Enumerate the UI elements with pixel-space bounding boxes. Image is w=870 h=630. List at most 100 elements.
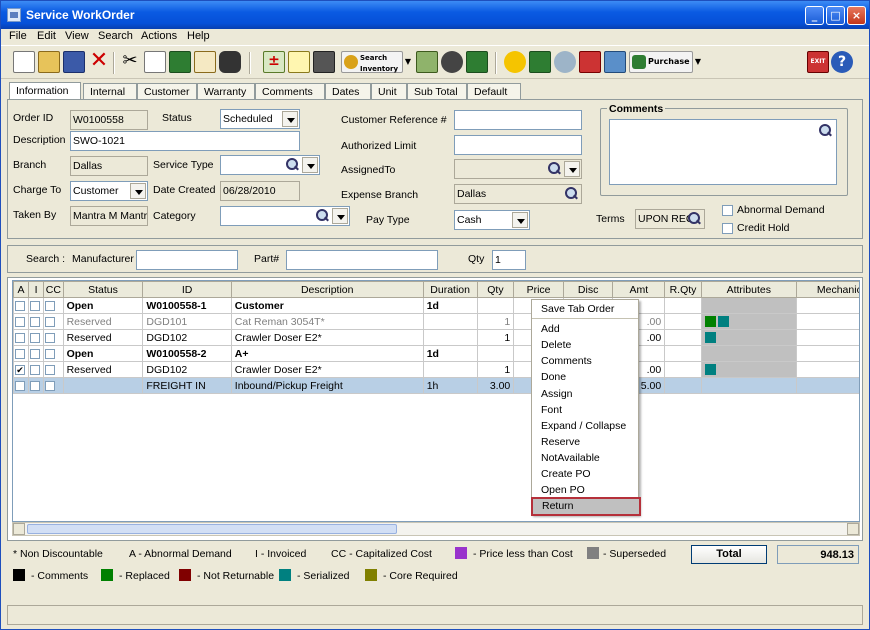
parts-icon[interactable] bbox=[466, 51, 488, 73]
checkbox[interactable] bbox=[15, 380, 25, 391]
part-input[interactable] bbox=[286, 250, 438, 270]
col-header-attributes[interactable]: Attributes bbox=[700, 281, 797, 298]
table-row[interactable]: Open W0100558-2 A+ 1d bbox=[13, 345, 859, 362]
tab-dates[interactable]: Dates bbox=[325, 83, 371, 100]
comments-textarea[interactable] bbox=[609, 119, 837, 185]
i-checkbox[interactable] bbox=[28, 297, 45, 314]
paste-icon[interactable] bbox=[169, 51, 191, 73]
checkbox[interactable] bbox=[30, 316, 41, 327]
chevron-down-icon[interactable] bbox=[282, 111, 298, 127]
i-checkbox[interactable] bbox=[28, 377, 45, 394]
cell-qty[interactable]: 1 bbox=[476, 329, 515, 346]
cc-checkbox[interactable] bbox=[43, 297, 64, 314]
cell-duration[interactable]: 1d bbox=[422, 297, 478, 314]
menu-item-assign[interactable]: Assign bbox=[532, 386, 638, 402]
chevron-down-icon[interactable] bbox=[332, 208, 348, 224]
cc-checkbox[interactable] bbox=[43, 329, 64, 346]
table-row[interactable]: ReservedDGD102Crawler Doser E2*110.00 bbox=[13, 329, 859, 346]
menu-item-save-tab-order[interactable]: Save Tab Order bbox=[532, 301, 638, 317]
checkbox[interactable] bbox=[45, 348, 56, 359]
help-icon[interactable]: ? bbox=[831, 51, 853, 73]
binoculars-2-icon[interactable] bbox=[441, 51, 463, 73]
checkbox[interactable] bbox=[45, 380, 56, 391]
cell-qty[interactable] bbox=[476, 297, 515, 314]
cell-rqty[interactable] bbox=[664, 345, 702, 362]
cell-attributes[interactable] bbox=[700, 345, 797, 362]
cell-status[interactable]: Reserved bbox=[62, 361, 144, 378]
cell-mechanic[interactable] bbox=[795, 297, 859, 314]
checkbox[interactable] bbox=[15, 316, 25, 327]
tab-customer[interactable]: Customer bbox=[137, 83, 197, 100]
title-bar[interactable]: Service WorkOrder _ □ × bbox=[1, 1, 869, 29]
a-checkbox[interactable]: ✔ bbox=[13, 361, 30, 378]
cell-mechanic[interactable] bbox=[795, 377, 859, 394]
cell-description[interactable]: A+ bbox=[230, 345, 424, 362]
search-icon[interactable] bbox=[687, 212, 701, 226]
table-row[interactable]: ReservedDGD101Cat Reman 3054T*115.00 bbox=[13, 313, 859, 330]
cell-attributes[interactable] bbox=[700, 329, 797, 346]
checkbox[interactable] bbox=[15, 348, 25, 359]
cell-qty[interactable]: 1 bbox=[476, 361, 515, 378]
a-checkbox[interactable] bbox=[13, 377, 30, 394]
cc-checkbox[interactable] bbox=[43, 361, 64, 378]
menu-actions[interactable]: Actions bbox=[141, 30, 177, 42]
col-header-i[interactable]: I bbox=[28, 281, 45, 298]
cc-checkbox[interactable] bbox=[43, 313, 64, 330]
category-select[interactable] bbox=[220, 206, 350, 226]
cell-rqty[interactable] bbox=[664, 377, 702, 394]
terms-field[interactable]: UPON REC bbox=[635, 209, 705, 229]
menu-search[interactable]: Search bbox=[98, 30, 133, 42]
cell-status[interactable]: Open bbox=[62, 345, 144, 362]
copy-icon[interactable] bbox=[144, 51, 166, 73]
menu-item-delete[interactable]: Delete bbox=[532, 337, 638, 353]
col-header-a[interactable]: A bbox=[13, 281, 30, 298]
search-icon[interactable] bbox=[818, 124, 832, 138]
cell-id[interactable]: FREIGHT IN bbox=[142, 377, 232, 394]
print-icon[interactable] bbox=[313, 51, 335, 73]
abnormal-demand-checkbox[interactable] bbox=[722, 205, 733, 216]
col-header-cc[interactable]: CC bbox=[43, 281, 64, 298]
col-header-duration[interactable]: Duration bbox=[422, 281, 478, 298]
plus-minus-icon[interactable]: ± bbox=[263, 51, 285, 73]
cell-description[interactable]: Inbound/Pickup Freight bbox=[230, 377, 424, 394]
gear-icon[interactable] bbox=[554, 51, 576, 73]
menu-item-create-po[interactable]: Create PO bbox=[532, 466, 638, 482]
cell-id[interactable]: DGD102 bbox=[142, 361, 232, 378]
clipboard-icon[interactable] bbox=[194, 51, 216, 73]
cell-status[interactable]: Reserved bbox=[62, 313, 144, 330]
search-icon[interactable] bbox=[285, 158, 299, 172]
checkbox[interactable] bbox=[30, 300, 41, 311]
note-icon[interactable] bbox=[288, 51, 310, 73]
checkbox[interactable] bbox=[30, 348, 41, 359]
tools-icon[interactable] bbox=[529, 51, 551, 73]
close-button[interactable]: × bbox=[847, 6, 866, 25]
search-icon[interactable] bbox=[547, 162, 561, 176]
chevron-down-icon[interactable] bbox=[564, 161, 580, 177]
open-icon[interactable] bbox=[38, 51, 60, 73]
cell-rqty[interactable] bbox=[664, 297, 702, 314]
cell-id[interactable]: W0100558-1 bbox=[142, 297, 232, 314]
tab-sub-total[interactable]: Sub Total bbox=[407, 83, 467, 100]
horizontal-scrollbar[interactable] bbox=[12, 522, 860, 536]
minimize-button[interactable]: _ bbox=[805, 6, 824, 25]
menu-item-expand-collapse[interactable]: Expand / Collapse bbox=[532, 418, 638, 434]
col-header-price[interactable]: Price bbox=[513, 281, 564, 298]
menu-item-done[interactable]: Done bbox=[532, 369, 638, 385]
checkbox[interactable] bbox=[30, 332, 41, 343]
chevron-down-icon[interactable] bbox=[130, 183, 146, 199]
manufacturer-input[interactable] bbox=[136, 250, 238, 270]
table-row[interactable]: FREIGHT INInbound/Pickup Freight1h3.0012… bbox=[13, 377, 859, 394]
cell-rqty[interactable] bbox=[664, 329, 702, 346]
cell-id[interactable]: DGD101 bbox=[142, 313, 232, 330]
menu-view[interactable]: View bbox=[65, 30, 89, 42]
charge-to-select[interactable]: Customer bbox=[70, 181, 148, 201]
cell-qty[interactable]: 1 bbox=[476, 313, 515, 330]
menu-item-open-po[interactable]: Open PO bbox=[532, 482, 638, 498]
customer-ref-input[interactable] bbox=[454, 110, 582, 130]
col-header-disc[interactable]: Disc bbox=[562, 281, 614, 298]
cut-icon[interactable]: ✂ bbox=[119, 51, 141, 73]
i-checkbox[interactable] bbox=[28, 361, 45, 378]
chevron-down-icon[interactable] bbox=[302, 157, 318, 173]
expense-branch-field[interactable]: Dallas bbox=[454, 184, 582, 204]
authorized-limit-input[interactable] bbox=[454, 135, 582, 155]
